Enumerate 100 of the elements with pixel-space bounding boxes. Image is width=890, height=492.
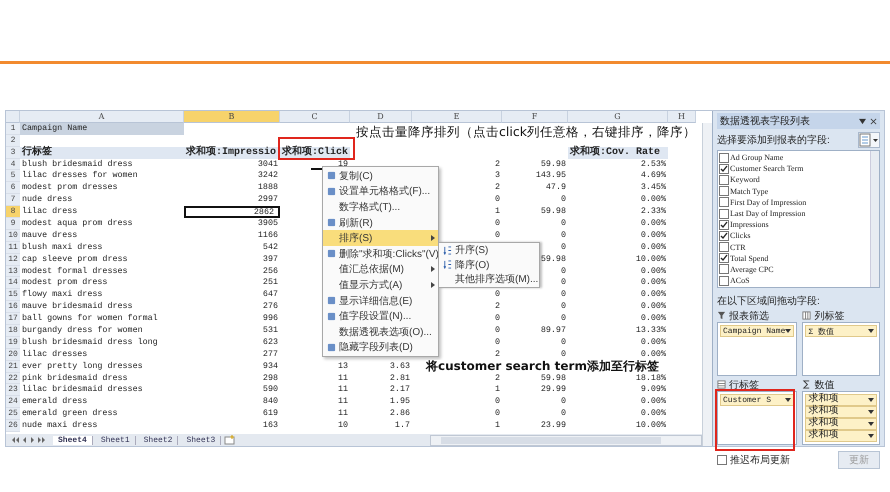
new-sheet-icon[interactable]: [224, 435, 236, 445]
field-chip[interactable]: 求和项: [805, 418, 877, 430]
field-chip[interactable]: Customer S: [720, 394, 794, 406]
list-scrollbar[interactable]: [870, 151, 879, 287]
row-number[interactable]: 24: [6, 396, 20, 408]
caret-icon: [868, 434, 874, 438]
checkbox[interactable]: [719, 174, 729, 185]
checkbox[interactable]: [719, 242, 729, 252]
row-number[interactable]: 21: [6, 360, 20, 373]
checkbox[interactable]: [717, 455, 727, 465]
table-cell: 0: [560, 194, 566, 204]
row-number[interactable]: 26: [6, 420, 20, 432]
row-number[interactable]: 2: [6, 134, 20, 147]
table-cell: 0: [494, 218, 500, 228]
table-cell: 590: [262, 384, 278, 394]
sort-icon: [442, 260, 452, 270]
row-number[interactable]: 3: [6, 146, 20, 159]
row-number[interactable]: 16: [6, 301, 20, 314]
menu-item[interactable]: 隐藏字段列表(D): [323, 340, 438, 356]
row-number[interactable]: 25: [6, 408, 20, 420]
checkbox[interactable]: [719, 164, 729, 174]
table-cell: 1: [494, 384, 500, 394]
checkbox[interactable]: [719, 276, 729, 286]
row-number[interactable]: 18: [6, 325, 20, 337]
menu-item[interactable]: 设置单元格格式(F)...: [323, 184, 438, 200]
row-number[interactable]: 22: [6, 372, 20, 384]
row-number[interactable]: 19: [6, 336, 20, 349]
layout-icon[interactable]: [858, 132, 880, 148]
table-cell: emerald green dress: [22, 408, 118, 418]
checkbox[interactable]: [719, 197, 729, 208]
checkbox[interactable]: [719, 253, 729, 264]
row-number[interactable]: 6: [6, 182, 20, 194]
row-number[interactable]: 20: [6, 348, 20, 361]
field-chip[interactable]: 求和项: [805, 430, 877, 442]
menu-item[interactable]: 显示详细信息(E): [323, 292, 438, 308]
sheet-tab[interactable]: Sheet1: [96, 436, 136, 444]
row-number[interactable]: 13: [6, 266, 20, 278]
table-cell: 1166: [258, 230, 278, 240]
row-number[interactable]: 14: [6, 277, 20, 290]
column-header[interactable]: H: [668, 111, 696, 123]
horizontal-scrollbar[interactable]: [430, 434, 702, 446]
row-number[interactable]: 10: [6, 230, 20, 242]
table-cell: modest formal dresses: [22, 266, 128, 276]
row-number[interactable]: 23: [6, 384, 20, 396]
column-header[interactable]: C: [280, 111, 350, 123]
table-cell: 9.09%: [640, 384, 666, 394]
sheet-tab[interactable]: Sheet4: [53, 436, 93, 444]
field-chip[interactable]: 求和项: [805, 394, 877, 406]
sheet-tab[interactable]: Sheet3: [181, 436, 222, 444]
checkbox[interactable]: [719, 208, 729, 219]
row-number[interactable]: 11: [6, 242, 20, 254]
table-cell: lilac dresses for women: [22, 170, 138, 180]
checkbox[interactable]: [719, 186, 729, 196]
menu-item[interactable]: 数字格式(T)...: [323, 199, 438, 215]
menu-item[interactable]: 降序(O): [439, 258, 539, 272]
column-heading: 求和项:Impressio: [184, 146, 280, 159]
table-cell: 996: [262, 313, 278, 324]
vertical-scrollbar[interactable]: [702, 123, 712, 446]
checkbox[interactable]: [719, 220, 729, 230]
selected-cell[interactable]: 2862: [184, 206, 280, 218]
column-header[interactable]: G: [568, 111, 668, 123]
checkbox[interactable]: [719, 152, 729, 163]
table-cell: 0.00%: [640, 230, 666, 240]
row-number[interactable]: 17: [6, 313, 20, 326]
menu-item[interactable]: 刷新(R): [323, 214, 438, 230]
row-number[interactable]: 5: [6, 170, 20, 182]
row-number[interactable]: 15: [6, 289, 20, 302]
sheet-tab[interactable]: Sheet2: [138, 436, 178, 444]
dropdown-icon[interactable]: [859, 118, 866, 124]
menu-item[interactable]: 数据透视表选项(O)...: [323, 324, 438, 340]
row-number[interactable]: 4: [6, 158, 20, 170]
field-chip[interactable]: 求和项: [805, 406, 877, 418]
row-number[interactable]: 9: [6, 218, 20, 230]
row-number[interactable]: 8: [6, 206, 20, 218]
menu-item-label: 排序(S): [339, 232, 372, 246]
table-cell: ball gowns for women formal: [22, 313, 158, 324]
sort-icon: [442, 246, 452, 255]
caret-icon: [868, 329, 874, 333]
row-number[interactable]: 12: [6, 254, 20, 266]
menu-item[interactable]: 升序(S): [439, 243, 539, 258]
checkbox[interactable]: [719, 230, 729, 241]
menu-item[interactable]: 复制(C): [323, 168, 438, 184]
table-cell: 19: [338, 158, 348, 169]
menu-item[interactable]: 排序(S): [323, 230, 438, 246]
menu-item[interactable]: 值汇总依据(M): [323, 262, 438, 278]
menu-item[interactable]: 删除"求和项:Clicks"(V): [323, 246, 438, 262]
field-chip[interactable]: Campaign Name: [720, 325, 794, 337]
menu-item[interactable]: 值显示方式(A): [323, 277, 438, 293]
row-number[interactable]: 1: [6, 122, 20, 135]
checkbox[interactable]: [719, 264, 729, 274]
row-number[interactable]: 7: [6, 194, 20, 206]
close-icon[interactable]: [870, 118, 877, 124]
menu-item[interactable]: 值字段设置(N)...: [323, 308, 438, 324]
menu-item[interactable]: 其他排序选项(M)...: [439, 272, 539, 286]
column-header[interactable]: B: [184, 111, 280, 123]
column-header[interactable]: A: [20, 111, 184, 123]
field-chip[interactable]: Σ 数值: [805, 325, 877, 337]
column-header[interactable]: D: [350, 111, 412, 123]
column-header[interactable]: E: [412, 111, 502, 123]
column-header[interactable]: F: [502, 111, 568, 123]
